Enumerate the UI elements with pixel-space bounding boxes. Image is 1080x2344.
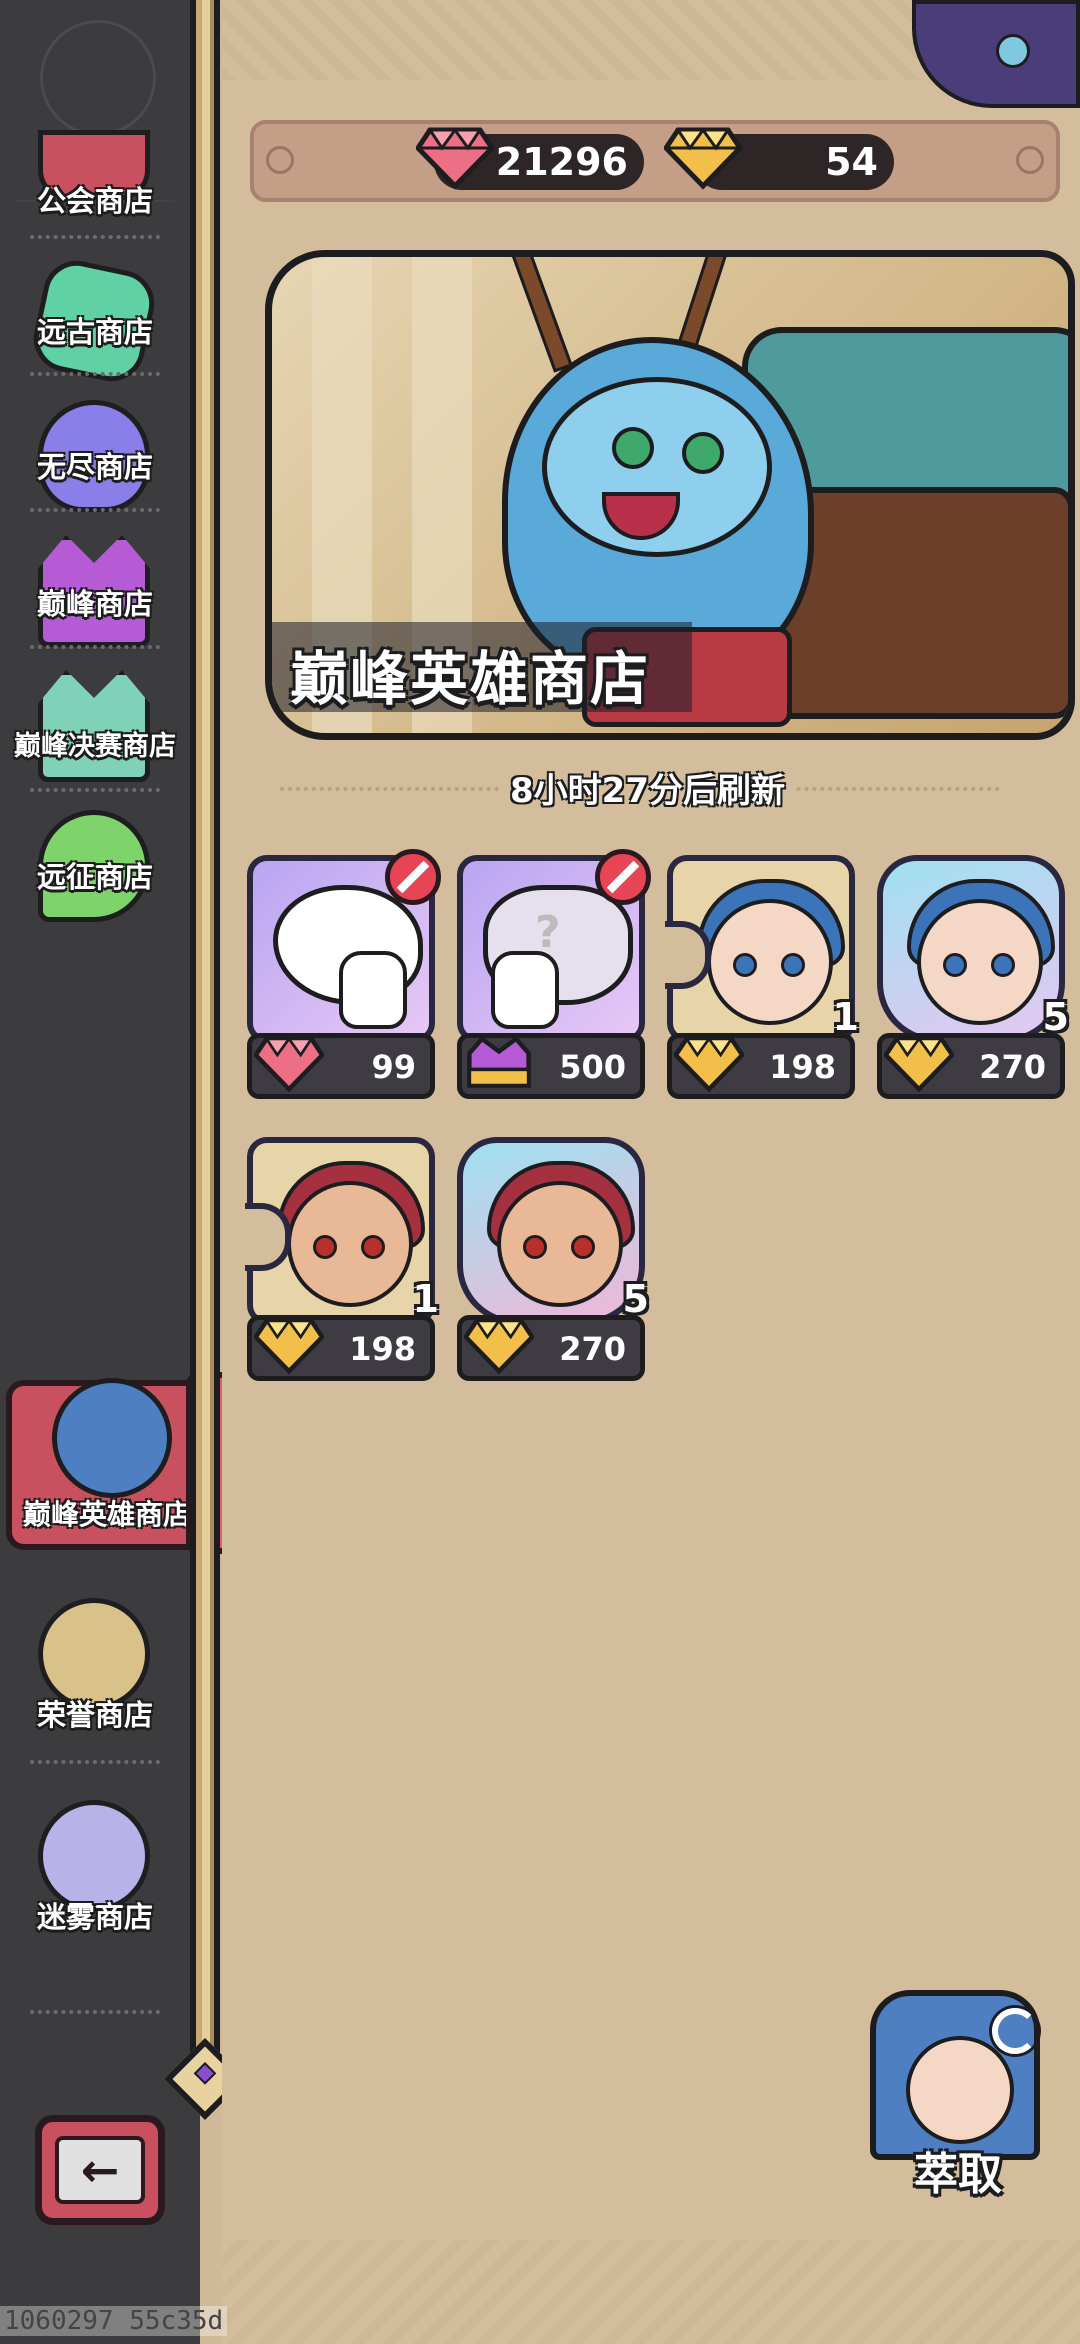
sidebar-item-label: 巅峰商店	[36, 587, 153, 621]
hero-eye	[361, 1235, 385, 1259]
blocked-icon	[385, 849, 441, 905]
hand-pointer-icon	[339, 951, 407, 1029]
back-button[interactable]: ←	[35, 2115, 165, 2225]
sidebar-item-label: 公会商店	[36, 184, 153, 218]
hero-eye	[991, 953, 1015, 977]
shop-item[interactable]: 5 270	[877, 855, 1069, 1107]
sidebar-item-label: 远征商店	[36, 860, 153, 894]
mist-orb-icon	[38, 1800, 150, 1912]
shop-item[interactable]: 5 270	[457, 1137, 649, 1389]
hero-face	[287, 1181, 413, 1307]
shop-item[interactable]: 99	[247, 849, 441, 1107]
question-mark-icon: ?	[535, 907, 561, 958]
shard-notch	[665, 921, 711, 989]
price-amount: 198	[349, 1330, 416, 1368]
sidebar-item-honor-shop[interactable]: 荣誉商店	[0, 1578, 190, 1778]
finals-crown-icon	[38, 670, 150, 782]
shop-sidebar: 公会商店 远古商店 无尽商店 巅峰商店 巅峰决赛商店 远征商店 巅峰英雄商店 荣…	[0, 0, 238, 2344]
sidebar-item-label: 迷雾商店	[36, 1900, 153, 1934]
shard-notch	[245, 1203, 291, 1271]
sidebar-item-label: 荣誉商店	[36, 1698, 153, 1732]
item-card	[877, 855, 1065, 1043]
gold-gem-icon	[882, 1034, 956, 1094]
hero-face	[906, 2036, 1014, 2144]
dragon-eye	[682, 432, 724, 474]
hero-face	[707, 899, 833, 1025]
sidebar-item-mist-shop[interactable]: 迷雾商店	[0, 1780, 190, 1980]
sidebar-divider	[30, 508, 160, 512]
price-tag: 198	[667, 1033, 855, 1099]
extract-button[interactable]: 萃取	[870, 1990, 1050, 2200]
price-tag: 198	[247, 1315, 435, 1381]
price-amount: 99	[371, 1048, 416, 1086]
hero-eye	[313, 1235, 337, 1259]
price-tag: 270	[457, 1315, 645, 1381]
price-tag: 270	[877, 1033, 1065, 1099]
sidebar-divider	[30, 372, 160, 376]
extract-label: 萃取	[914, 2149, 1002, 2200]
sidebar-item-label: 无尽商店	[36, 450, 153, 484]
hero-eye	[943, 953, 967, 977]
gold-gem-icon	[672, 1034, 746, 1094]
price-amount: 270	[979, 1048, 1046, 1086]
gold-gem-icon	[252, 1316, 326, 1376]
crossed-swords-icon	[38, 1598, 150, 1710]
antler-icon	[511, 257, 573, 373]
price-amount: 500	[559, 1048, 626, 1086]
bottom-ornament	[222, 2240, 1080, 2344]
sidebar-item-label: 巅峰英雄商店	[22, 1498, 191, 1531]
shop-item[interactable]: ? 500	[457, 849, 651, 1107]
hero-eye	[571, 1235, 595, 1259]
sidebar-rail	[190, 0, 220, 2090]
hero-eye	[523, 1235, 547, 1259]
dragon-eye	[612, 427, 654, 469]
purple-crown-icon	[464, 1034, 534, 1094]
refresh-icon	[992, 2008, 1038, 2054]
price-tag: 99	[247, 1033, 435, 1099]
pink-gem-icon	[252, 1034, 326, 1094]
banner-title: 巅峰英雄商店	[290, 645, 651, 713]
sidebar-divider	[30, 645, 160, 649]
hero-eye	[781, 953, 805, 977]
arrow-left-icon: ←	[55, 2136, 145, 2204]
hero-portrait-icon	[52, 1378, 172, 1498]
bar-cap-right	[1016, 146, 1044, 174]
item-card	[245, 1137, 435, 1325]
item-card	[457, 1137, 645, 1325]
sidebar-item-expedition-shop[interactable]: 远征商店	[0, 790, 190, 990]
sidebar-divider	[30, 1760, 160, 1764]
shop-banner: 巅峰英雄商店	[265, 250, 1075, 740]
gold-gem-icon	[462, 1316, 536, 1376]
gold-gem-icon	[662, 126, 744, 190]
hero-face	[497, 1181, 623, 1307]
gold-gem-count: 54	[825, 140, 878, 184]
sidebar-divider	[30, 2010, 160, 2014]
price-amount: 270	[559, 1330, 626, 1368]
pink-gem-count: 21296	[495, 140, 628, 184]
refresh-timer: 8小时27分后刷新	[500, 763, 795, 812]
pink-gem-icon	[414, 126, 496, 190]
blocked-icon	[595, 849, 651, 905]
price-amount: 198	[769, 1048, 836, 1086]
shop-item[interactable]: 1 198	[665, 855, 859, 1107]
sidebar-item-label: 远古商店	[36, 315, 153, 349]
price-tag: 500	[457, 1033, 645, 1099]
sidebar-divider	[30, 235, 160, 239]
shop-item[interactable]: 1 198	[245, 1137, 439, 1389]
hero-eye	[733, 953, 757, 977]
hero-face	[917, 899, 1043, 1025]
sidebar-item-label: 巅峰决赛商店	[14, 731, 176, 762]
currency-bar: 21296 54	[250, 120, 1060, 202]
item-card	[665, 855, 855, 1043]
bar-cap-left	[266, 146, 294, 174]
debug-overlay-text: 1060297 55c35d	[0, 2306, 228, 2336]
hand-pointer-icon	[491, 951, 559, 1029]
